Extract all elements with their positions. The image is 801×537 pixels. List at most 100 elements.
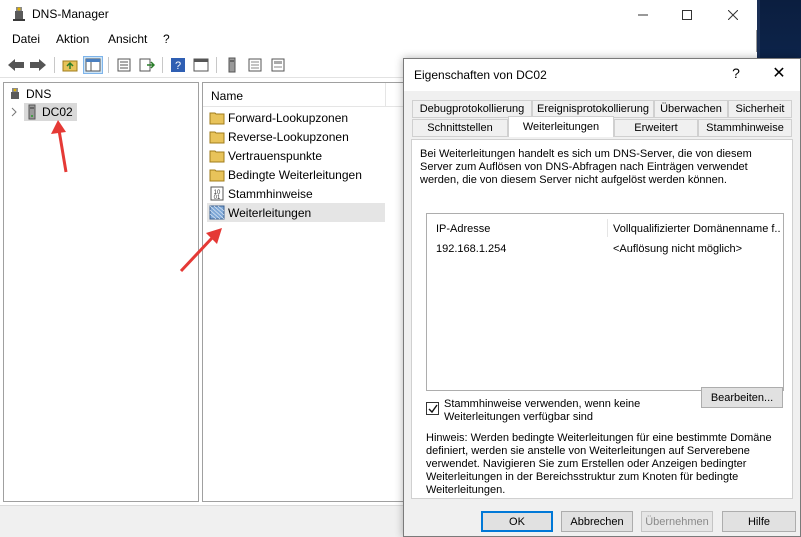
tree-node-dc02[interactable]: DC02 [10, 103, 77, 121]
toolbar-separator [162, 57, 163, 73]
dns-root-icon [11, 88, 19, 99]
dialog-help-icon[interactable]: ? [722, 65, 750, 85]
back-arrow-icon [8, 59, 24, 71]
menu-help[interactable]: ? [163, 32, 170, 46]
dialog-close-icon[interactable]: ✕ [764, 63, 794, 87]
close-button[interactable] [710, 0, 756, 30]
result-pane: Name Forward-Lookupzonen Reverse-Lookupz… [202, 82, 406, 502]
list-item-label: Forward-Lookupzonen [228, 110, 349, 125]
svg-text:01: 01 [214, 195, 221, 201]
properties-list-button[interactable] [114, 56, 134, 74]
folder-icon [209, 112, 225, 125]
tab-schnittstellen[interactable]: Schnittstellen [412, 119, 508, 137]
export-list-button[interactable] [137, 56, 157, 74]
tree-label-dns: DNS [26, 87, 52, 101]
dns-manager-icon [13, 7, 25, 21]
export-icon [139, 58, 155, 72]
list-item-forward-lookup[interactable]: Forward-Lookupzonen [207, 108, 385, 127]
use-root-hints-checkbox[interactable] [426, 402, 439, 415]
tab-weiterleitungen[interactable]: Weiterleitungen [508, 116, 614, 137]
help-icon: ? [171, 58, 185, 72]
zone-button[interactable] [268, 56, 288, 74]
tab-sicherheit[interactable]: Sicherheit [728, 100, 792, 118]
tab-stammhinweise[interactable]: Stammhinweise [698, 119, 792, 137]
use-root-hints-label[interactable]: Stammhinweise verwenden, wenn keine Weit… [444, 398, 684, 424]
list-item-root-hints[interactable]: 10 01 Stammhinweise [207, 184, 385, 203]
toolbar-separator [216, 57, 217, 73]
tab-erweitert[interactable]: Erweitert [614, 119, 698, 137]
column-header-fqdn[interactable]: Vollqualifizierter Domänenname f... [613, 223, 781, 235]
ok-button[interactable]: OK [481, 511, 553, 532]
list-item-reverse-lookup[interactable]: Reverse-Lookupzonen [207, 127, 385, 146]
column-header-name[interactable]: Name [203, 83, 405, 107]
svg-text:?: ? [175, 60, 181, 72]
list-item-forwarders[interactable]: Weiterleitungen [207, 203, 385, 222]
conditional-forwarders-hint: Hinweis: Werden bedingte Weiterleitungen… [426, 432, 772, 496]
window-title: DNS-Manager [32, 7, 109, 21]
maximize-icon [682, 10, 692, 20]
column-header-label: Name [211, 89, 244, 103]
server-button[interactable] [222, 56, 242, 74]
chevron-right-icon[interactable] [10, 107, 18, 117]
forward-arrow-icon [30, 59, 46, 71]
column-divider[interactable] [385, 83, 386, 107]
records-button[interactable] [245, 56, 265, 74]
folder-icon [209, 169, 225, 182]
menu-ansicht[interactable]: Ansicht [108, 32, 147, 46]
minimize-button[interactable] [620, 0, 666, 30]
console-tree-icon [85, 58, 101, 72]
up-folder-button[interactable] [60, 56, 80, 74]
toolbar-separator [108, 57, 109, 73]
dialog-titlebar[interactable]: Eigenschaften von DC02 ? ✕ [404, 59, 800, 91]
folder-icon [209, 150, 225, 163]
list-item-label: Vertrauenspunkte [228, 148, 323, 163]
tab-ueberwachen[interactable]: Überwachen [654, 100, 728, 118]
list-item-label: Weiterleitungen [228, 205, 312, 220]
server-icon [228, 57, 236, 73]
forwarders-tab-panel: Bei Weiterleitungen handelt es sich um D… [411, 139, 793, 499]
records-icon [248, 58, 262, 72]
column-divider[interactable] [607, 219, 608, 237]
menu-aktion[interactable]: Aktion [56, 32, 89, 46]
minimize-icon [638, 14, 648, 16]
console-tree: DNS DC02 [3, 82, 199, 502]
root-hints-icon: 1001 [210, 186, 224, 201]
forwarder-fqdn-cell[interactable]: <Auflösung nicht möglich> [613, 243, 742, 255]
menu-bar: Datei Aktion Ansicht ? [0, 30, 757, 50]
list-item-trust-points[interactable]: Vertrauenspunkte [207, 146, 385, 165]
column-header-ip[interactable]: IP-Adresse [436, 223, 490, 235]
folder-icon [209, 131, 225, 144]
forwarders-description: Bei Weiterleitungen handelt es sich um D… [420, 148, 752, 186]
forwarders-icon [209, 205, 225, 220]
list-item-label: Stammhinweise [228, 186, 313, 201]
show-hide-tree-button[interactable] [83, 56, 103, 74]
apply-button[interactable]: Übernehmen [641, 511, 713, 532]
checkmark-icon [428, 404, 438, 413]
toolbar-separator [54, 57, 55, 73]
server-icon [28, 104, 36, 120]
dialog-title: Eigenschaften von DC02 [414, 68, 547, 82]
help-button[interactable]: Hilfe [722, 511, 796, 532]
forwarder-ip-cell[interactable]: 192.168.1.254 [436, 243, 506, 255]
menu-datei[interactable]: Datei [12, 32, 40, 46]
forwarders-list[interactable]: IP-Adresse Vollqualifizierter Domänennam… [426, 213, 784, 391]
folder-up-icon [62, 60, 78, 72]
forward-button[interactable] [28, 56, 48, 74]
list-item-label: Bedingte Weiterleitungen [228, 167, 362, 182]
list-item-label: Reverse-Lookupzonen [228, 129, 349, 144]
maximize-button[interactable] [664, 0, 710, 30]
tree-label-dc02: DC02 [42, 105, 73, 119]
help-toolbar-button[interactable]: ? [168, 56, 188, 74]
list-item-conditional-forwarders[interactable]: Bedingte Weiterleitungen [207, 165, 385, 184]
tree-selection: DC02 [24, 103, 77, 121]
tree-node-dns[interactable]: DNS [8, 85, 51, 103]
cancel-button[interactable]: Abbrechen [561, 511, 633, 532]
back-button[interactable] [6, 56, 26, 74]
window-view-button[interactable] [191, 56, 211, 74]
window-titlebar[interactable]: DNS-Manager [0, 0, 757, 30]
close-icon [728, 10, 738, 20]
window-icon [193, 58, 209, 72]
edit-forwarders-button[interactable]: Bearbeiten... [701, 387, 783, 408]
zone-icon [271, 58, 285, 72]
list-icon [117, 58, 131, 72]
